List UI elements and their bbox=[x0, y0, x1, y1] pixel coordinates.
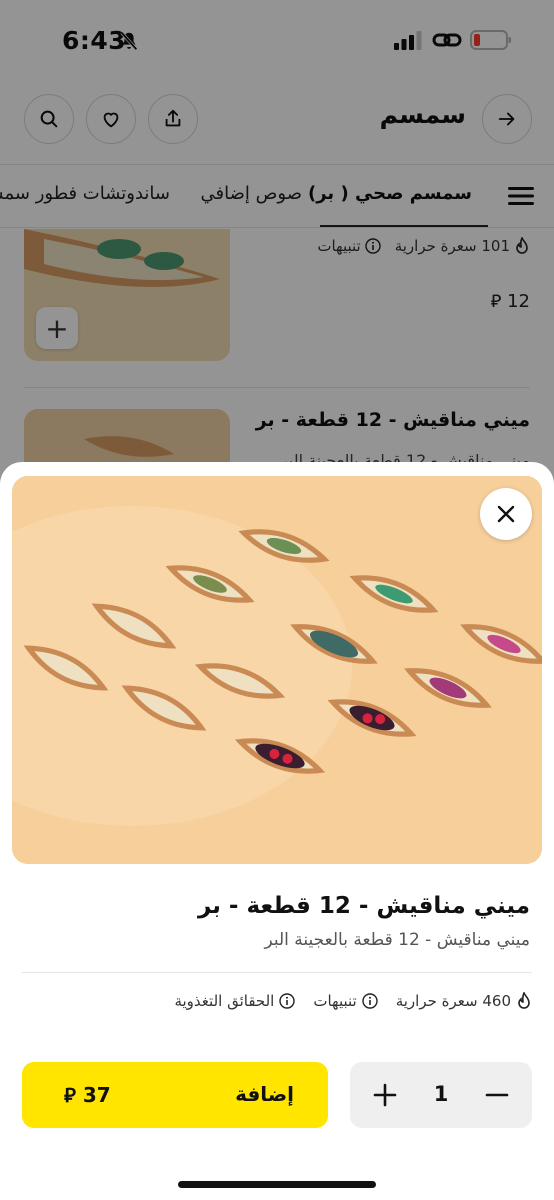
info-icon bbox=[279, 993, 296, 1009]
add-label: إضافة bbox=[235, 1082, 294, 1106]
alerts-info[interactable]: تنبيهات bbox=[313, 992, 378, 1010]
nutrition-info[interactable]: الحقائق التغذوية bbox=[174, 992, 296, 1010]
product-description: ميني مناقيش - 12 قطعة بالعجينة البر bbox=[264, 930, 530, 950]
quantity-value: 1 bbox=[433, 1082, 449, 1106]
sheet-divider bbox=[22, 972, 532, 973]
home-indicator[interactable] bbox=[178, 1181, 376, 1188]
add-to-cart-button[interactable]: إضافة 37 ⃁ bbox=[22, 1062, 328, 1128]
flame-icon bbox=[518, 992, 530, 1009]
quantity-stepper: 1 bbox=[350, 1062, 532, 1128]
plus-icon bbox=[373, 1083, 397, 1107]
calories-info: 460 سعرة حرارية bbox=[396, 992, 532, 1010]
info-icon bbox=[362, 993, 378, 1009]
product-image bbox=[12, 476, 542, 864]
minus-icon bbox=[485, 1093, 509, 1097]
increase-quantity-button[interactable] bbox=[368, 1078, 402, 1112]
close-button[interactable] bbox=[480, 488, 532, 540]
product-meta: 460 سعرة حرارية تنبيهات الحقائق التغذوية bbox=[174, 992, 532, 1010]
add-price: 37 ⃁ bbox=[64, 1083, 111, 1107]
product-title: ميني مناقيش - 12 قطعة - بر bbox=[197, 893, 530, 919]
close-icon bbox=[497, 505, 515, 523]
decrease-quantity-button[interactable] bbox=[480, 1078, 514, 1112]
